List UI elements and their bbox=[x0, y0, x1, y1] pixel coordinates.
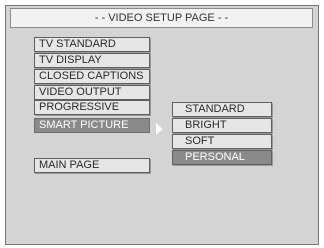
submenu-item-personal[interactable]: PERSONAL bbox=[172, 150, 272, 165]
menu-item-video-output[interactable]: VIDEO OUTPUT bbox=[34, 85, 150, 100]
main-page-button[interactable]: MAIN PAGE bbox=[34, 158, 150, 173]
menu-item-closed-captions[interactable]: CLOSED CAPTIONS bbox=[34, 69, 150, 84]
video-setup-screen: - - VIDEO SETUP PAGE - - TV STANDARD TV … bbox=[5, 5, 319, 245]
submenu-item-bright[interactable]: BRIGHT bbox=[172, 118, 272, 133]
menu-item-smart-picture[interactable]: SMART PICTURE bbox=[34, 118, 150, 133]
menu-item-tv-standard[interactable]: TV STANDARD bbox=[34, 37, 150, 52]
menu-item-progressive[interactable]: PROGRESSIVE bbox=[34, 100, 150, 115]
menu-item-tv-display[interactable]: TV DISPLAY bbox=[34, 53, 150, 68]
submenu-item-soft[interactable]: SOFT bbox=[172, 134, 272, 149]
submenu-item-standard[interactable]: STANDARD bbox=[172, 102, 272, 117]
chevron-right-icon bbox=[156, 123, 163, 135]
page-title: - - VIDEO SETUP PAGE - - bbox=[10, 8, 313, 28]
